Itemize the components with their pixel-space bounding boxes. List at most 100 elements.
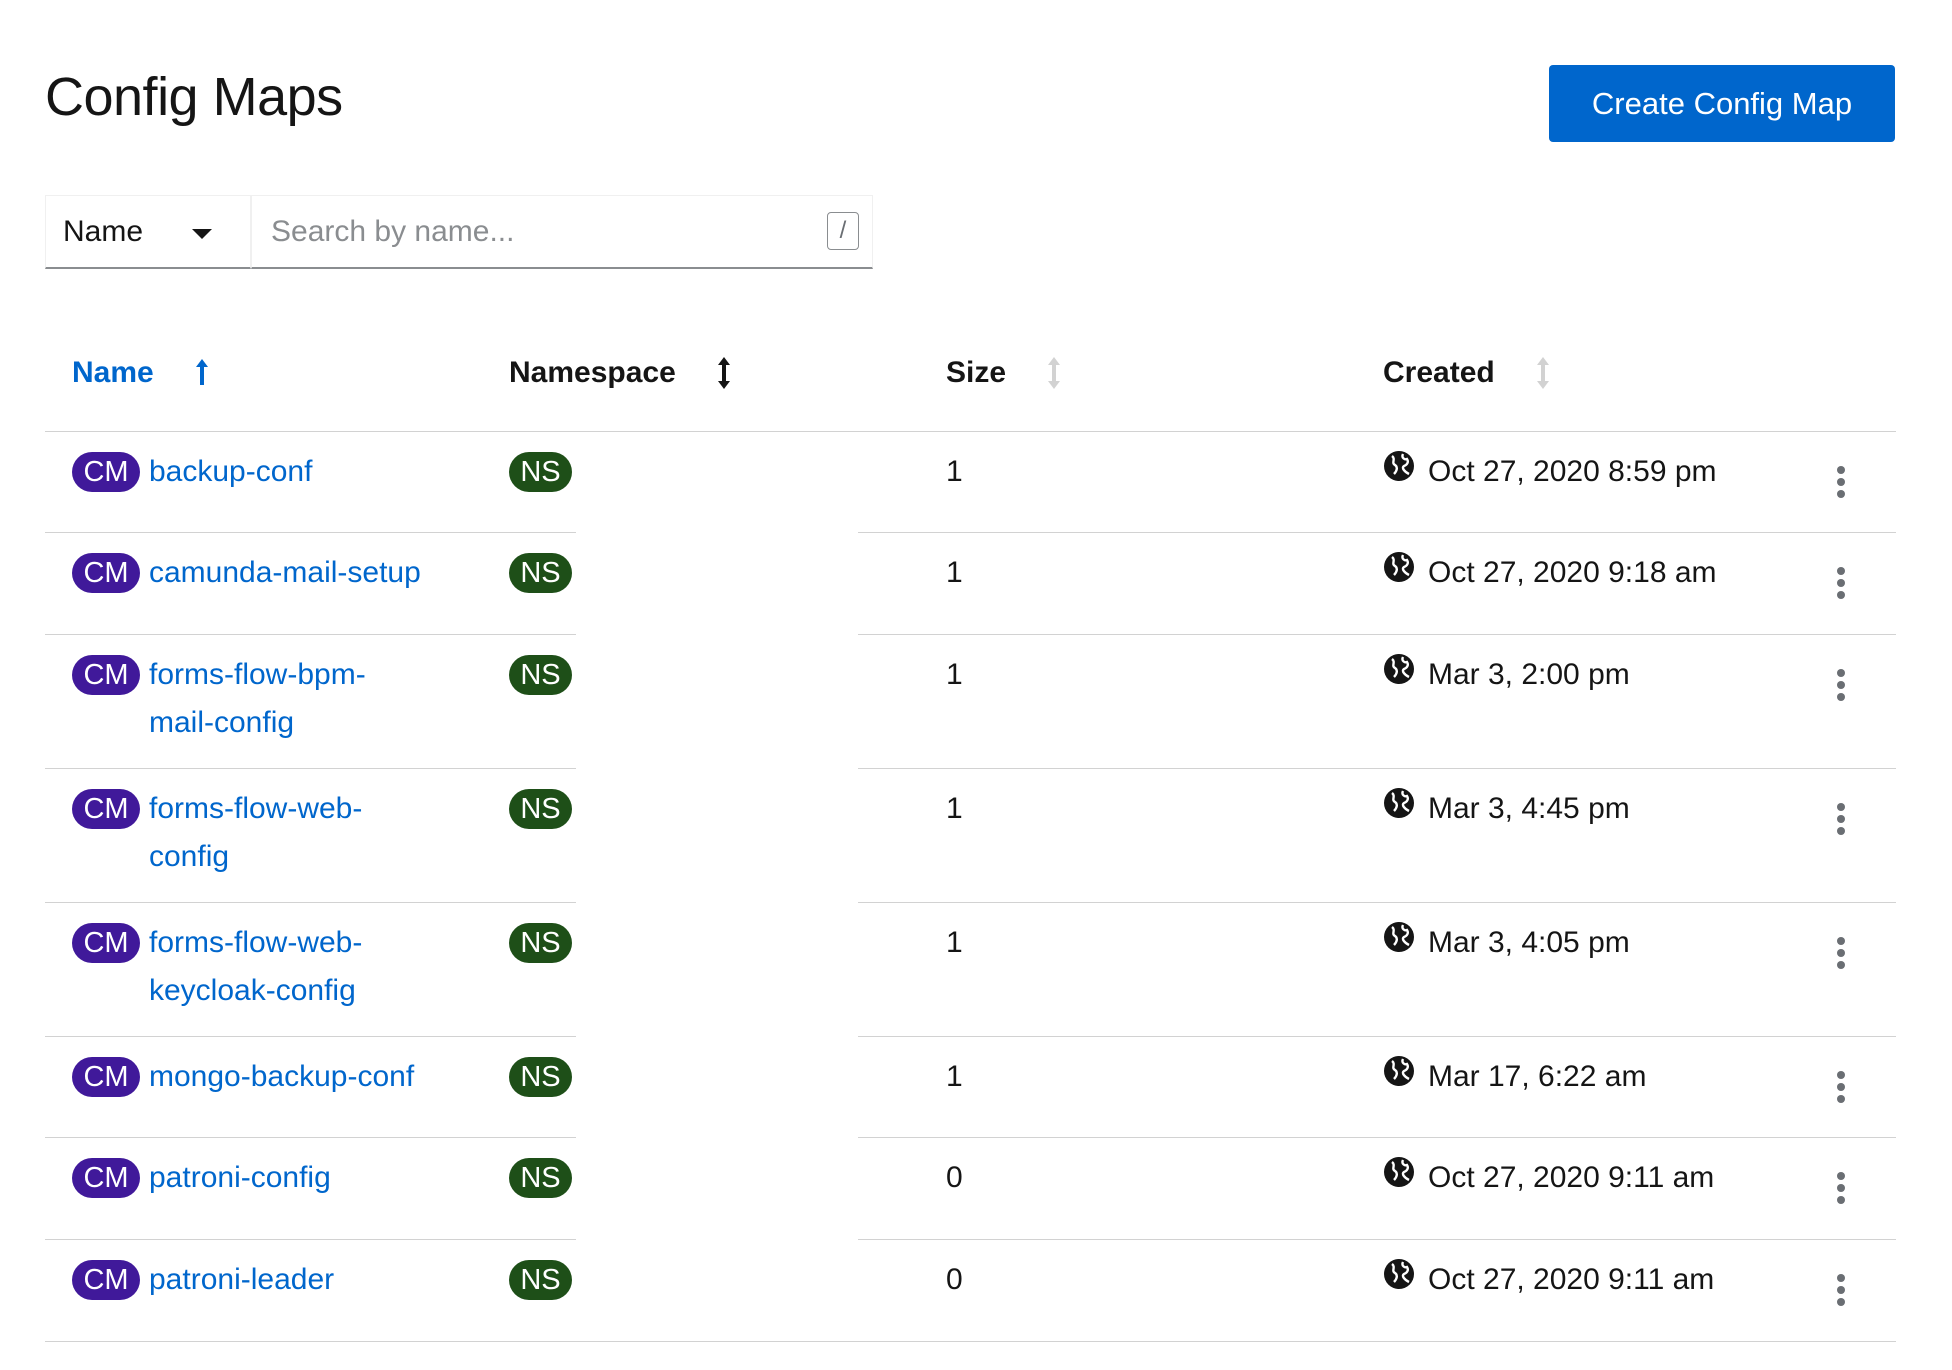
- config-map-link[interactable]: mongo-backup-conf: [149, 1053, 414, 1101]
- size-cell: 1: [946, 926, 963, 959]
- namespace-badge: NS: [509, 1158, 572, 1198]
- config-map-link[interactable]: patroni-config: [149, 1154, 331, 1202]
- name-cell: CM forms-flow-web-config: [72, 789, 409, 881]
- config-map-badge: CM: [72, 789, 140, 829]
- column-header-label: Namespace: [509, 356, 676, 389]
- namespace-badge: NS: [509, 789, 572, 829]
- created-cell: Oct 27, 2020 9:18 am: [1383, 549, 1717, 597]
- created-timestamp: Mar 3, 4:45 pm: [1428, 792, 1630, 825]
- created-cell: Mar 17, 6:22 am: [1383, 1053, 1646, 1101]
- created-timestamp: Oct 27, 2020 9:11 am: [1428, 1263, 1715, 1296]
- namespace-badge: NS: [509, 655, 572, 695]
- kebab-icon[interactable]: [1831, 803, 1851, 843]
- kebab-icon[interactable]: [1831, 937, 1851, 977]
- kebab-icon[interactable]: [1831, 466, 1851, 506]
- size-cell: 1: [946, 658, 963, 691]
- config-map-badge: CM: [72, 452, 140, 492]
- namespace-cell: NS: [509, 655, 572, 695]
- kebab-icon[interactable]: [1831, 1071, 1851, 1111]
- sort-both-icon: [1046, 355, 1062, 391]
- search-input[interactable]: [252, 213, 813, 250]
- filter-toolbar: Name /: [45, 195, 873, 271]
- column-header-namespace[interactable]: Namespace: [509, 350, 732, 396]
- size-cell: 1: [946, 1060, 963, 1093]
- config-map-link[interactable]: patroni-leader: [149, 1256, 334, 1304]
- kebab-icon[interactable]: [1831, 1172, 1851, 1212]
- caret-down-icon: [192, 229, 212, 239]
- namespace-cell: NS: [509, 923, 572, 963]
- namespace-badge: NS: [509, 452, 572, 492]
- created-cell: Mar 3, 4:05 pm: [1383, 919, 1630, 967]
- name-cell: CM forms-flow-bpm-mail-config: [72, 655, 419, 747]
- config-map-badge: CM: [72, 1260, 140, 1300]
- created-cell: Oct 27, 2020 9:11 am: [1383, 1256, 1714, 1304]
- created-cell: Oct 27, 2020 9:11 am: [1383, 1154, 1714, 1202]
- page-title: Config Maps: [45, 67, 343, 127]
- config-map-link[interactable]: forms-flow-web-keycloak-config: [149, 919, 409, 1015]
- sort-both-icon: [1535, 355, 1551, 391]
- size-cell: 1: [946, 556, 963, 589]
- globe-icon: [1384, 1157, 1414, 1187]
- namespace-cell: NS: [509, 553, 572, 593]
- size-cell: 1: [946, 455, 963, 488]
- config-maps-table: Name Namespace Size Created CM backup-co…: [45, 330, 1896, 1342]
- table-header: Name Namespace Size Created: [45, 330, 1896, 432]
- config-map-badge: CM: [72, 553, 140, 593]
- size-cell: 1: [946, 792, 963, 825]
- config-map-badge: CM: [72, 923, 140, 963]
- create-config-map-button[interactable]: Create Config Map: [1549, 65, 1895, 142]
- table-row: CM camunda-mail-setup NS 1 Oct 27, 2020 …: [45, 533, 1896, 635]
- column-header-name[interactable]: Name: [72, 350, 210, 396]
- config-map-link[interactable]: forms-flow-web-config: [149, 785, 409, 881]
- namespace-badge: NS: [509, 1057, 572, 1097]
- namespace-cell: NS: [509, 1057, 572, 1097]
- table-row: CM forms-flow-bpm-mail-config NS 1 Mar 3…: [45, 635, 1896, 769]
- column-header-label: Created: [1383, 356, 1495, 389]
- size-cell: 0: [946, 1263, 963, 1296]
- kebab-icon[interactable]: [1831, 669, 1851, 709]
- sort-ascending-icon: [194, 355, 210, 391]
- created-cell: Oct 27, 2020 8:59 pm: [1383, 448, 1717, 496]
- created-cell: Mar 3, 2:00 pm: [1383, 651, 1630, 699]
- table-row: CM patroni-leader NS 0 Oct 27, 2020 9:11…: [45, 1240, 1896, 1342]
- column-header-created[interactable]: Created: [1383, 350, 1551, 396]
- filter-type-select[interactable]: Name: [45, 195, 251, 269]
- name-cell: CM forms-flow-web-keycloak-config: [72, 923, 409, 1015]
- name-cell: CM mongo-backup-conf: [72, 1057, 414, 1101]
- table-row: CM forms-flow-web-config NS 1 Mar 3, 4:4…: [45, 769, 1896, 903]
- globe-icon: [1384, 788, 1414, 818]
- column-header-size[interactable]: Size: [946, 350, 1062, 396]
- table-row: CM patroni-config NS 0 Oct 27, 2020 9:11…: [45, 1138, 1896, 1240]
- search-field: /: [251, 195, 873, 269]
- globe-icon: [1384, 922, 1414, 952]
- globe-icon: [1384, 1056, 1414, 1086]
- name-cell: CM camunda-mail-setup: [72, 553, 421, 597]
- globe-icon: [1384, 552, 1414, 582]
- column-header-label: Size: [946, 356, 1007, 389]
- kebab-icon[interactable]: [1831, 1274, 1851, 1314]
- config-map-link[interactable]: camunda-mail-setup: [149, 549, 421, 597]
- config-map-badge: CM: [72, 1158, 140, 1198]
- name-cell: CM patroni-leader: [72, 1260, 334, 1304]
- filter-type-label: Name: [63, 214, 144, 248]
- globe-icon: [1384, 654, 1414, 684]
- table-row: CM mongo-backup-conf NS 1 Mar 17, 6:22 a…: [45, 1037, 1896, 1138]
- table-row: CM forms-flow-web-keycloak-config NS 1 M…: [45, 903, 1896, 1037]
- created-timestamp: Oct 27, 2020 8:59 pm: [1428, 455, 1717, 488]
- created-timestamp: Mar 3, 4:05 pm: [1428, 926, 1630, 959]
- namespace-cell: NS: [509, 452, 572, 492]
- column-header-label: Name: [72, 356, 154, 389]
- config-map-link[interactable]: backup-conf: [149, 448, 312, 496]
- globe-icon: [1384, 1259, 1414, 1289]
- table-row: CM backup-conf NS 1 Oct 27, 2020 8:59 pm: [45, 432, 1896, 533]
- namespace-cell: NS: [509, 1158, 572, 1198]
- name-cell: CM backup-conf: [72, 452, 312, 496]
- keyboard-shortcut-hint: /: [827, 212, 859, 250]
- kebab-icon[interactable]: [1831, 567, 1851, 607]
- namespace-badge: NS: [509, 553, 572, 593]
- globe-icon: [1384, 451, 1414, 481]
- config-map-link[interactable]: forms-flow-bpm-mail-config: [149, 651, 419, 747]
- config-map-badge: CM: [72, 655, 140, 695]
- created-timestamp: Mar 3, 2:00 pm: [1428, 658, 1630, 691]
- created-timestamp: Oct 27, 2020 9:18 am: [1428, 556, 1717, 589]
